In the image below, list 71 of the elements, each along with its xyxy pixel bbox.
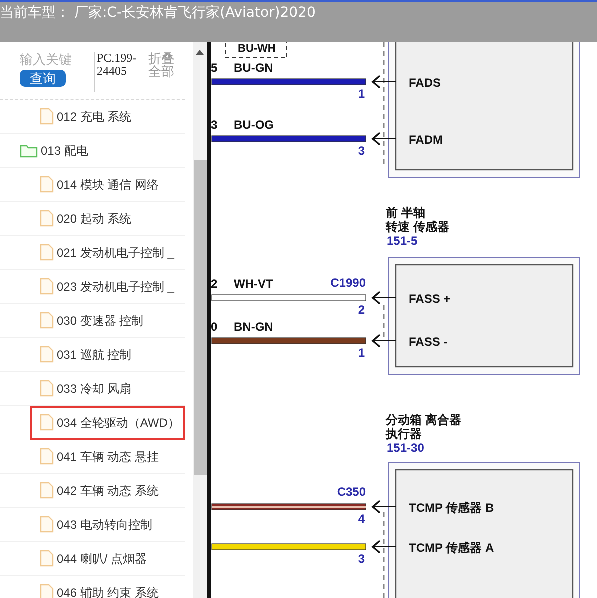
tree-item[interactable]: 041 车辆 动态 悬挂 <box>0 440 185 474</box>
tree-item[interactable]: 030 变速器 控制 <box>0 304 185 338</box>
wire-color-code: BN-GN <box>234 320 274 334</box>
connector-arrow-icon <box>372 75 396 89</box>
connector-arrow-icon <box>372 500 396 514</box>
tree-item[interactable]: 023 发动机电子控制 _ <box>0 270 185 304</box>
connector-arrow-icon <box>372 334 396 348</box>
file-icon <box>40 244 54 261</box>
component-title: 执行器 <box>386 427 422 441</box>
wire-color-code: BU-GN <box>234 61 274 75</box>
file-icon <box>40 346 54 363</box>
component-reference: 151-5 <box>387 234 418 248</box>
pin-label: TCMP 传感器 A <box>409 541 494 555</box>
pin-label: FADM <box>409 133 443 147</box>
file-icon <box>40 380 54 397</box>
search-button[interactable]: 查询 <box>20 70 66 87</box>
file-icon <box>40 516 54 533</box>
component-title: 前 半轴 <box>386 206 426 220</box>
scroll-thumb[interactable] <box>194 160 206 475</box>
wire-color-code: WH-VT <box>234 277 274 291</box>
tree-item[interactable]: 014 模块 通信 网络 <box>0 168 185 202</box>
tree-item[interactable]: 044 喇叭/ 点烟器 <box>0 542 185 576</box>
pin-label: TCMP 传感器 B <box>409 501 494 515</box>
component-title: 分动箱 离合器 <box>386 413 462 427</box>
pin-number: 5 <box>211 61 218 75</box>
splice-box: BU-WH <box>226 42 288 58</box>
pin-label: FASS + <box>409 292 451 306</box>
connector-arrow-icon <box>372 291 396 305</box>
tree-item[interactable]: 042 车辆 动态 系统 <box>0 474 185 508</box>
connector-label: C1990 <box>330 276 366 290</box>
file-icon <box>40 108 54 125</box>
tree-item[interactable]: 021 发动机电子控制 _ <box>0 236 185 270</box>
tree-item[interactable]: 034 全轮驱动（AWD） <box>30 406 185 440</box>
file-icon <box>40 448 54 465</box>
file-icon <box>40 584 54 598</box>
file-icon <box>40 278 54 295</box>
component-reference: 151-30 <box>387 441 424 455</box>
pin-label: FASS - <box>409 335 448 349</box>
tree-item[interactable]: 013 配电 <box>0 134 185 168</box>
connector-arrow-icon <box>372 132 396 146</box>
pin-number: 1 <box>358 346 365 360</box>
scrollbar[interactable] <box>193 42 207 598</box>
connector-arrow-icon <box>372 540 396 554</box>
pin-number: 2 <box>211 277 218 291</box>
pin-number: 0 <box>211 320 218 334</box>
wire-color-code: BU-OG <box>234 118 274 132</box>
file-icon <box>40 176 54 193</box>
pin-number: 3 <box>211 118 218 132</box>
file-icon <box>40 482 54 499</box>
file-icon <box>40 414 54 431</box>
pin-number: 3 <box>358 144 365 158</box>
tree-item[interactable]: 046 辅助 约束 系统 <box>0 576 185 598</box>
component-title: 转速 传感器 <box>386 220 450 234</box>
pin-number: 2 <box>358 303 365 317</box>
scroll-up-icon[interactable] <box>196 50 204 55</box>
tree-item[interactable]: 031 巡航 控制 <box>0 338 185 372</box>
pin-number: 3 <box>358 552 365 566</box>
tree-item[interactable]: 043 电动转向控制 <box>0 508 185 542</box>
pin-number: 1 <box>358 87 365 101</box>
tree-item[interactable]: 020 起动 系统 <box>0 202 185 236</box>
part-code: PC.199-24405 <box>94 52 140 92</box>
pin-number: 4 <box>358 512 365 526</box>
file-icon <box>40 312 54 329</box>
folder-icon <box>20 144 38 158</box>
file-icon <box>40 550 54 567</box>
vehicle-title: 当前车型： 厂家:C-长安林肯飞行家(Aviator)2020 <box>0 4 317 23</box>
file-icon <box>40 210 54 227</box>
tree-item[interactable]: 033 冷却 风扇 <box>0 372 185 406</box>
connector-label: C350 <box>337 485 366 499</box>
tree-item[interactable]: 012 充电 系统 <box>0 100 185 134</box>
pin-label: FADS <box>409 76 442 90</box>
